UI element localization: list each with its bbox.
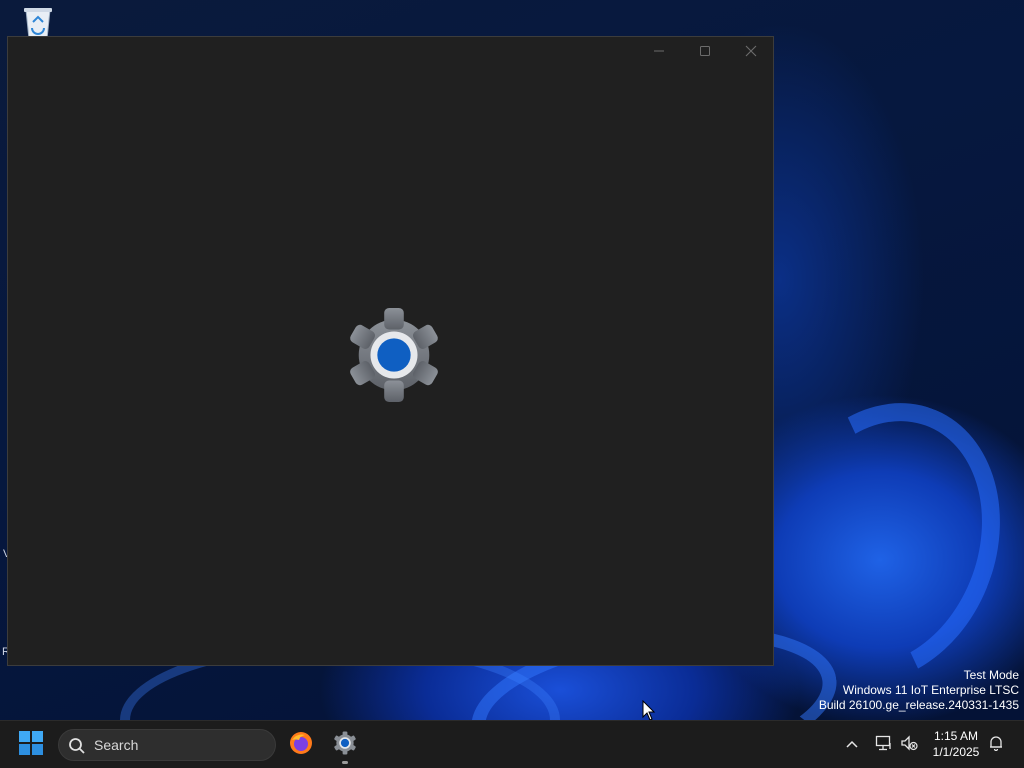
start-button[interactable] — [11, 725, 51, 765]
tray-volume-button[interactable] — [897, 733, 921, 757]
settings-gear-icon — [333, 730, 357, 760]
watermark-line-1: Test Mode — [963, 668, 1019, 682]
running-indicator — [342, 761, 348, 764]
clock-time: 1:15 AM — [933, 729, 979, 743]
windows-start-icon — [19, 730, 43, 760]
tray-network-button[interactable] — [872, 733, 896, 757]
taskbar-app-firefox[interactable] — [281, 725, 321, 765]
network-monitor-icon — [875, 735, 893, 756]
taskbar-search-box[interactable]: Search — [58, 729, 276, 761]
maximize-button[interactable] — [682, 37, 728, 69]
speaker-muted-icon — [900, 734, 918, 756]
notification-button[interactable] — [984, 733, 1008, 757]
minimize-button[interactable] — [636, 37, 682, 69]
tray-overflow-button[interactable] — [840, 733, 864, 757]
search-label: Search — [94, 737, 139, 753]
search-icon — [68, 737, 86, 760]
test-mode-watermark: Test Mode Windows 11 IoT Enterprise LTSC… — [819, 668, 1019, 713]
close-button[interactable] — [728, 37, 774, 69]
recycle-bin-icon[interactable] — [18, 6, 58, 40]
bell-icon — [988, 735, 1004, 756]
settings-gear-icon — [345, 306, 443, 404]
clock-date: 1/1/2025 — [932, 745, 980, 759]
settings-window[interactable] — [7, 36, 774, 666]
taskbar: Search 1:15 AM 1/1/2025 — [0, 720, 1024, 768]
close-icon — [745, 44, 757, 62]
watermark-line-3: Build 26100.ge_release.240331-1435 — [818, 698, 1019, 712]
watermark-line-2: Windows 11 IoT Enterprise LTSC — [842, 683, 1019, 697]
firefox-icon — [289, 731, 313, 760]
maximize-icon — [699, 44, 711, 62]
taskbar-app-settings[interactable] — [325, 725, 365, 765]
taskbar-clock[interactable]: 1:15 AM 1/1/2025 — [926, 728, 986, 760]
chevron-up-icon — [845, 736, 859, 754]
minimize-icon — [653, 44, 665, 62]
